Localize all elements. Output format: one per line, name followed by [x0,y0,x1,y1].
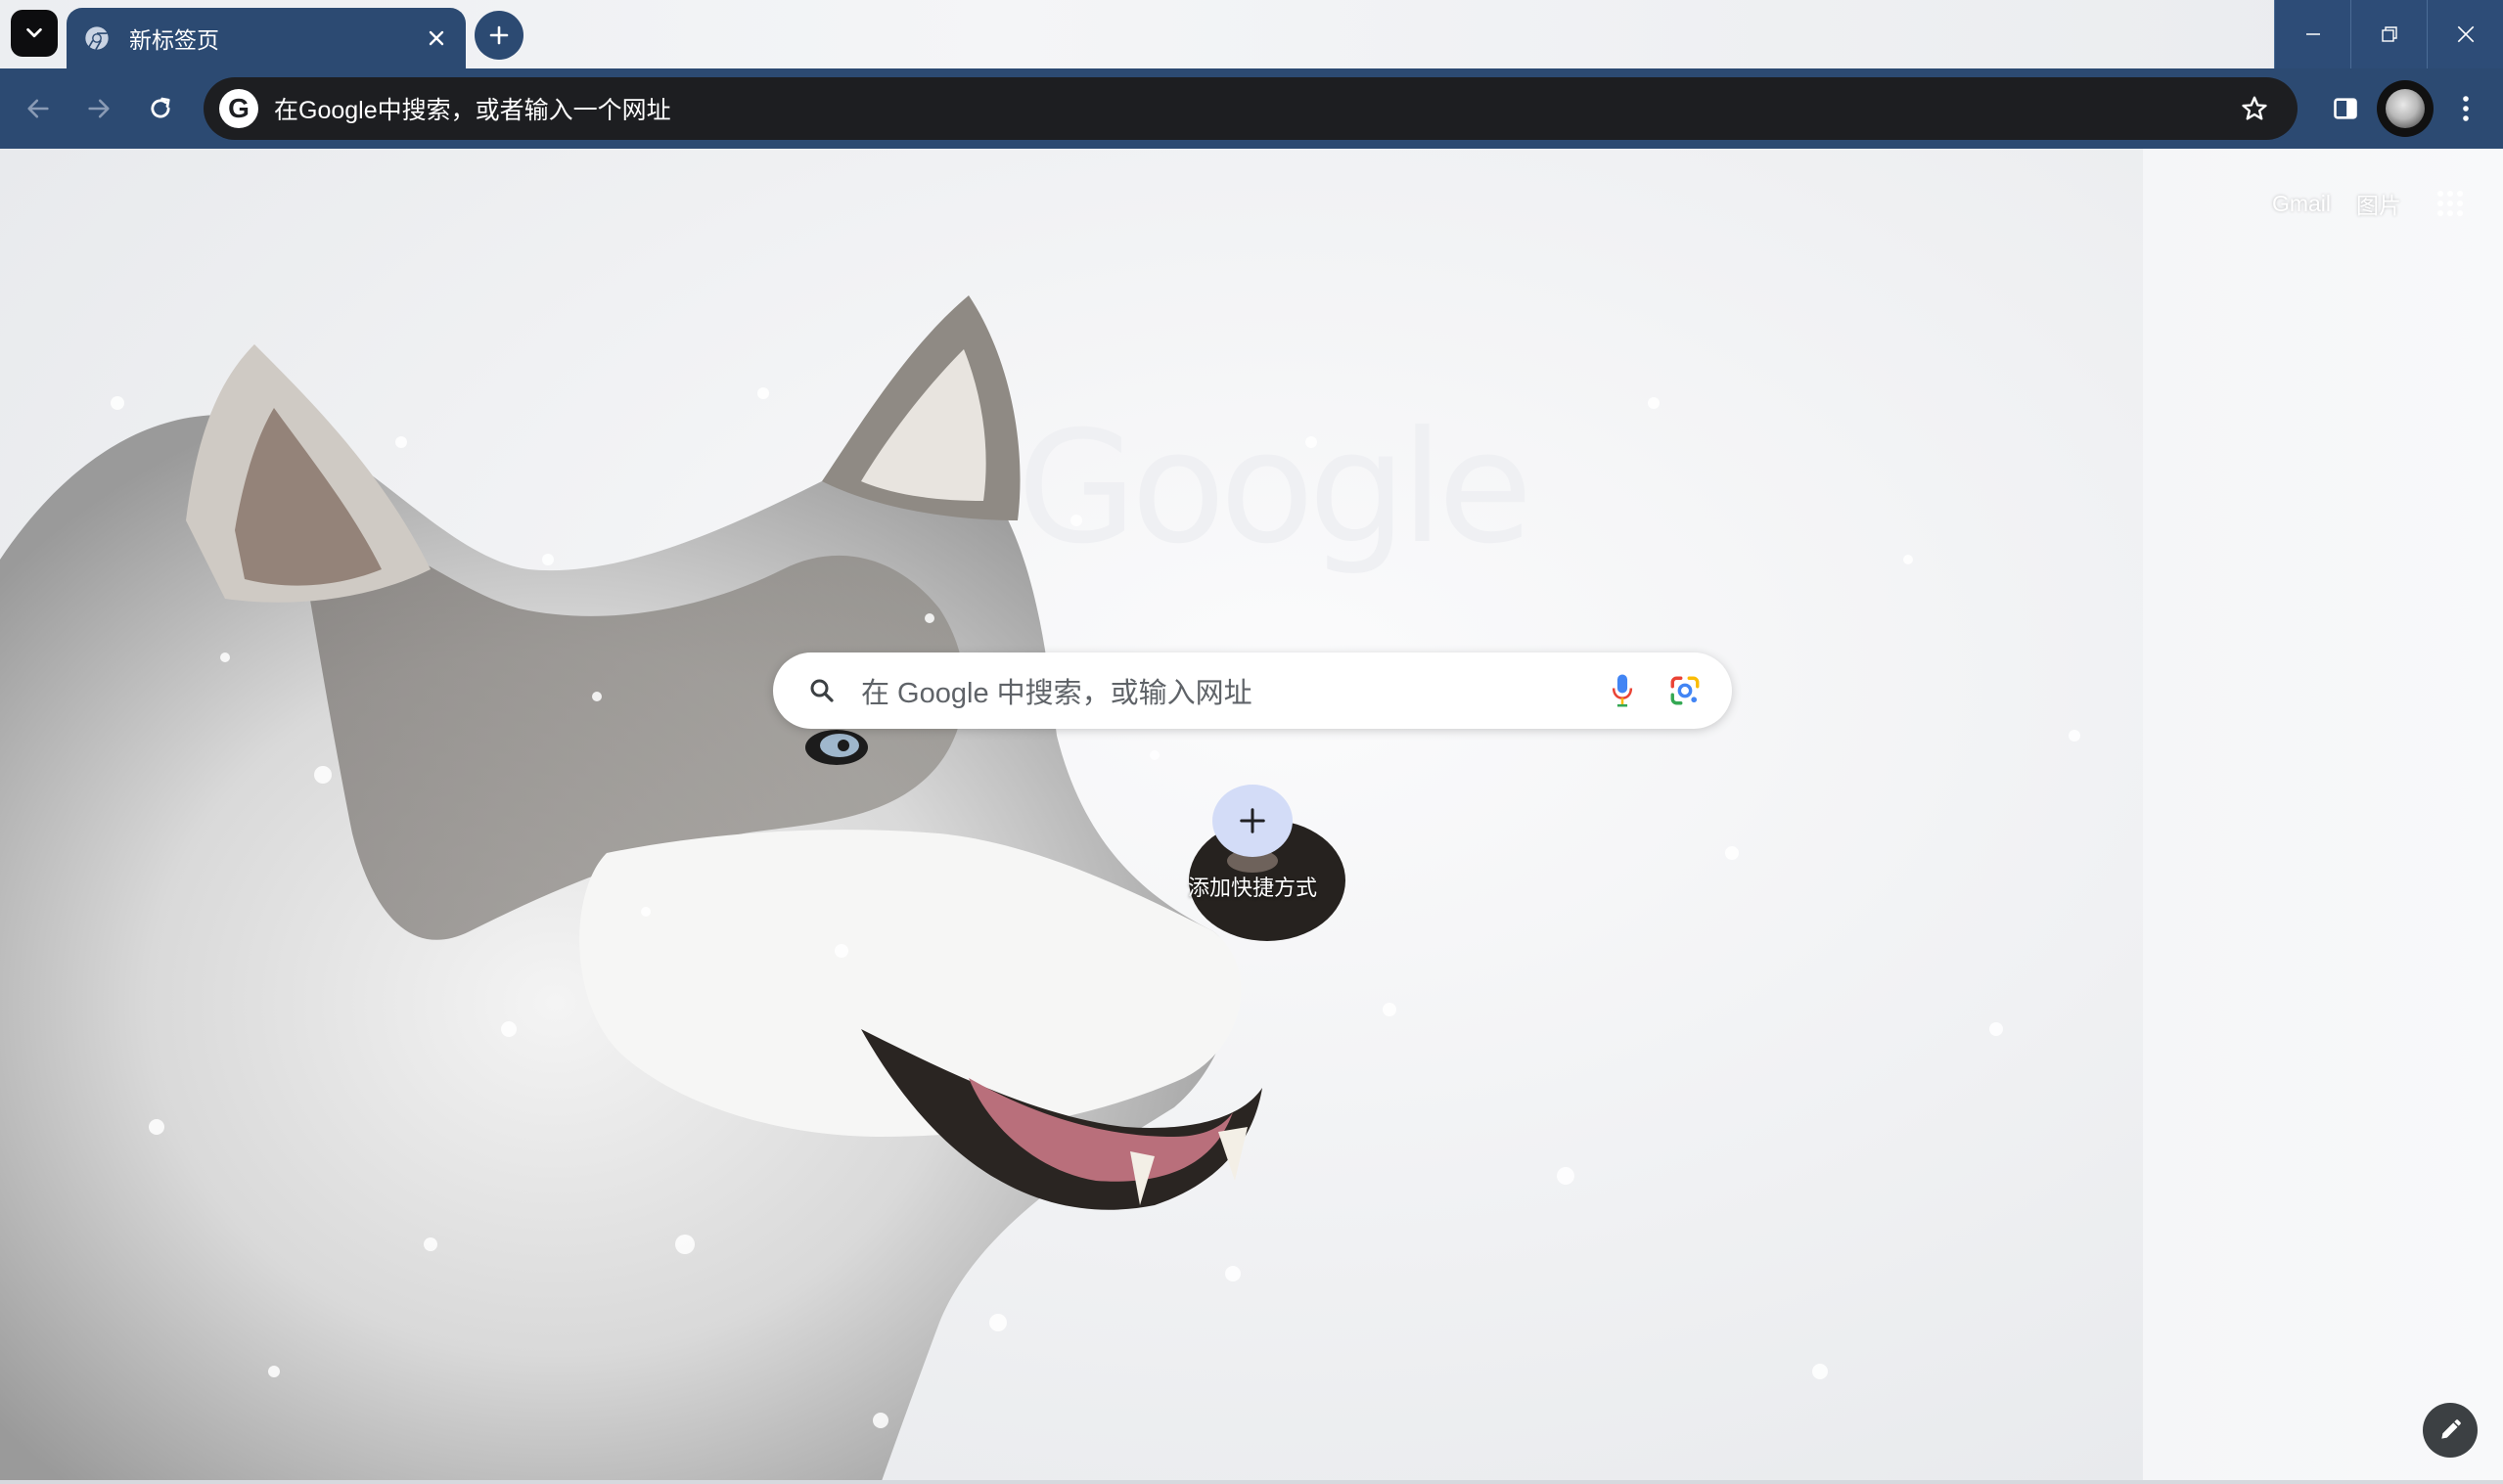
background-fade [2143,149,2503,1484]
add-shortcut-label: 添加快捷方式 [1187,876,1317,900]
search-input[interactable]: 在 Google 中搜索，或输入网址 [861,670,1595,711]
google-logo: Google [1017,398,1532,578]
arrow-right-icon [88,99,110,118]
more-vert-icon [2463,96,2469,121]
reload-icon [151,97,170,118]
tab-close-icon[interactable] [417,19,456,58]
new-tab-page: Gmail 图片 Google 在 Google 中搜索，或输入网址 添加快捷方… [0,149,2503,1484]
title-bar: 新标签页 [0,0,2503,68]
tab-title: 新标签页 [129,27,219,53]
restore-icon [2381,26,2397,42]
close-icon [2457,25,2474,43]
ntp-top-links: Gmail 图片 [2272,180,2474,227]
tab-new-tab[interactable]: 新标签页 [67,8,466,68]
omnibox-input[interactable]: 在Google中搜索，或者输入一个网址 [274,91,2227,126]
google-lens-icon[interactable] [1658,663,1712,718]
side-panel-icon [2334,98,2357,119]
microphone-icon[interactable] [1595,663,1650,718]
side-panel-button[interactable] [2317,80,2374,137]
background-photo [0,149,2143,1484]
close-window-button[interactable] [2427,0,2503,68]
add-shortcut-button[interactable] [1212,785,1293,857]
forward-button[interactable] [78,88,119,129]
pencil-icon [2441,1419,2461,1439]
new-tab-button[interactable] [475,11,523,60]
menu-button[interactable] [2441,80,2490,137]
arrow-left-icon [27,99,49,118]
chevron-down-icon [26,27,42,38]
add-shortcut-tile[interactable]: 添加快捷方式 [1174,785,1331,902]
customize-chrome-button[interactable] [2423,1403,2478,1458]
reload-button[interactable] [140,88,181,129]
bookmark-star-icon[interactable] [2227,81,2282,136]
tab-search-button[interactable] [11,10,58,57]
profile-button[interactable] [2377,80,2434,137]
minimize-icon [2305,33,2320,35]
google-g-icon: G [219,89,258,128]
ntp-search-box[interactable]: 在 Google 中搜索，或输入网址 [773,652,1732,729]
restore-button[interactable] [2350,0,2427,68]
avatar [2377,80,2434,137]
browser-toolbar: G 在Google中搜索，或者输入一个网址 [0,68,2503,149]
minimize-button[interactable] [2274,0,2350,68]
window-controls [2274,0,2503,68]
plus-icon [489,25,509,45]
chrome-icon [82,23,112,53]
back-button[interactable] [18,88,59,129]
gmail-link[interactable]: Gmail [2272,191,2331,217]
images-link[interactable]: 图片 [2356,187,2401,220]
window-bottom-border [0,1480,2503,1484]
omnibox[interactable]: G 在Google中搜索，或者输入一个网址 [204,77,2298,140]
apps-grid-icon[interactable] [2427,180,2474,227]
search-icon [802,671,842,710]
plus-icon [1240,808,1265,833]
browser-window: 新标签页 G 在Google中搜索，或者输入一个网址 Gmail 图片 Goog… [0,0,2503,1484]
